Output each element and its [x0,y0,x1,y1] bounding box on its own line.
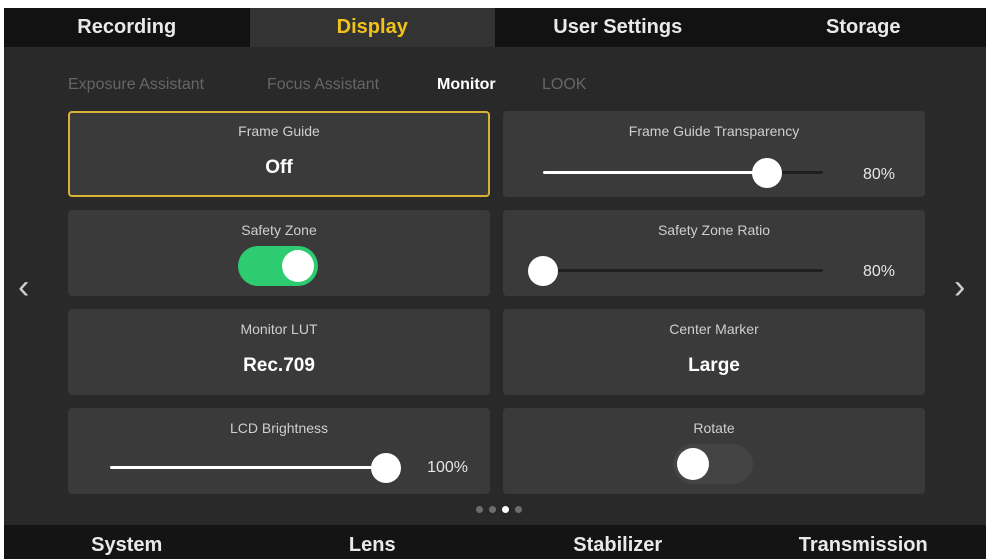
safety-zone-ratio-slider[interactable] [528,256,823,286]
tab-lens[interactable]: Lens [250,525,496,559]
page-dot[interactable] [502,506,509,513]
page-dot[interactable] [489,506,496,513]
monitor-lut-tile[interactable]: Monitor LUT Rec.709 [68,309,490,395]
rotate-toggle[interactable] [673,444,753,484]
safety-zone-ratio-label: Safety Zone Ratio [657,222,771,238]
slider-fill [110,466,386,469]
center-marker-tile[interactable]: Center Marker Large [503,309,925,395]
camera-settings-screen: Recording Display User Settings Storage … [4,8,986,559]
slider-fill [543,171,767,174]
subtab-focus-assistant[interactable]: Focus Assistant [267,76,379,94]
lcd-brightness-slider[interactable] [110,453,401,483]
chevron-left-icon[interactable]: ‹ [18,270,29,304]
frame-guide-label: Frame Guide [238,123,320,139]
tab-display[interactable]: Display [249,8,495,47]
frame-guide-transparency-label: Frame Guide Transparency [628,123,800,139]
frame-guide-transparency-value: 80% [862,166,895,183]
monitor-lut-value: Rec.709 [243,355,315,376]
top-tab-bar: Recording Display User Settings Storage [4,8,986,47]
center-marker-value: Large [688,355,740,376]
page-indicator [476,506,522,513]
toggle-knob [677,448,709,480]
subtab-monitor[interactable]: Monitor [437,76,496,94]
tab-stabilizer[interactable]: Stabilizer [495,525,741,559]
tab-recording[interactable]: Recording [4,8,250,47]
frame-guide-transparency-tile: Frame Guide Transparency 80% [503,111,925,197]
rotate-tile: Rotate [503,408,925,494]
chevron-right-icon[interactable]: › [954,270,965,304]
safety-zone-ratio-tile: Safety Zone Ratio 80% [503,210,925,296]
safety-zone-toggle[interactable] [238,246,318,286]
center-marker-label: Center Marker [669,321,759,337]
tab-user-settings[interactable]: User Settings [495,8,741,47]
page-dot[interactable] [476,506,483,513]
frame-guide-value: Off [265,157,293,178]
lcd-brightness-tile: LCD Brightness 100% [68,408,490,494]
slider-knob[interactable] [371,453,401,483]
subtab-look[interactable]: LOOK [542,76,586,94]
toggle-knob [282,250,314,282]
rotate-label: Rotate [693,420,735,436]
bottom-tab-bar: System Lens Stabilizer Transmission [4,525,986,559]
lcd-brightness-value: 100% [427,459,468,476]
slider-knob[interactable] [752,158,782,188]
tab-storage[interactable]: Storage [741,8,987,47]
lcd-brightness-label: LCD Brightness [229,420,329,436]
tab-system[interactable]: System [4,525,250,559]
safety-zone-tile: Safety Zone [68,210,490,296]
subtab-exposure-assistant[interactable]: Exposure Assistant [68,76,204,94]
monitor-lut-label: Monitor LUT [240,321,318,337]
page-dot[interactable] [515,506,522,513]
safety-zone-ratio-value: 80% [862,263,895,280]
tab-transmission[interactable]: Transmission [741,525,987,559]
safety-zone-label: Safety Zone [241,222,317,238]
frame-guide-transparency-slider[interactable] [543,158,823,188]
frame-guide-tile[interactable]: Frame Guide Off [68,111,490,197]
slider-knob[interactable] [528,256,558,286]
